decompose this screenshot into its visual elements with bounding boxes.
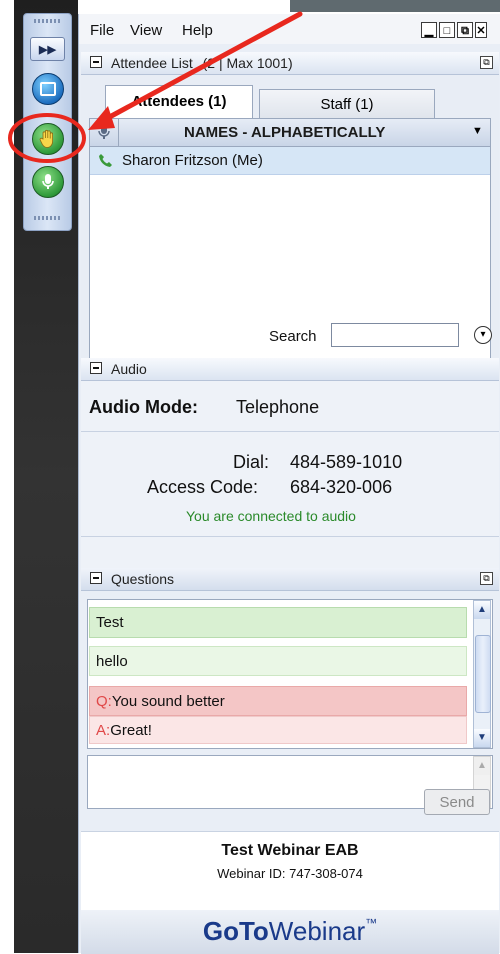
dock-grip-bottom[interactable] <box>34 216 60 220</box>
attendee-name: Sharon Fritzson (Me) <box>122 152 263 169</box>
menu-file[interactable]: File <box>90 22 114 39</box>
attendee-count: (2 | Max 1001) <box>202 55 293 71</box>
question-item[interactable]: Test <box>89 607 467 638</box>
raise-hand-icon <box>39 129 53 148</box>
questions-header: Questions ⧉ <box>81 568 499 591</box>
gotowebinar-logo: GoToWebinar™ <box>81 916 499 947</box>
question-prefix: Q: <box>96 693 112 710</box>
raise-hand-button[interactable] <box>32 123 64 155</box>
microphone-icon <box>98 125 110 139</box>
logo-trademark: ™ <box>365 916 378 930</box>
scroll-down-button[interactable]: ▼ <box>474 729 490 747</box>
logo-goto: GoTo <box>202 916 269 946</box>
audio-header: Audio <box>81 358 499 381</box>
tab-staff[interactable]: Staff (1) <box>259 89 435 119</box>
scroll-up-button[interactable]: ▲ <box>474 601 490 619</box>
close-button[interactable]: ✕ <box>475 22 487 38</box>
chevron-up-icon: ▲ <box>477 604 487 615</box>
attendee-list-header: Attendee List (2 | Max 1001) ⧉ <box>81 52 499 75</box>
screen-view-button[interactable] <box>32 73 64 105</box>
scroll-thumb[interactable] <box>475 635 491 713</box>
screen-icon <box>40 82 56 96</box>
question-text: You sound better <box>111 693 225 710</box>
search-input[interactable] <box>331 323 459 347</box>
minimize-icon: ▁ <box>424 25 434 37</box>
access-code-label: Access Code: <box>147 477 259 497</box>
collapse-attendee-button[interactable] <box>90 56 102 68</box>
audio-title: Audio <box>111 361 147 377</box>
tab-attendees[interactable]: Attendees (1) <box>105 85 253 119</box>
attendee-list-label: Attendee List <box>111 55 193 71</box>
control-dock: ▶▶ <box>23 13 72 231</box>
fast-forward-icon: ▶▶ <box>39 43 56 56</box>
brand-bar: GoToWebinar™ <box>81 910 499 954</box>
answer-prefix: A: <box>96 722 111 739</box>
microphone-button[interactable] <box>32 166 64 198</box>
audio-mode-label: Audio Mode: <box>89 397 198 417</box>
popout-attendee-button[interactable]: ⧉ <box>480 56 493 69</box>
webinar-id: Webinar ID: 747-308-074 <box>217 866 363 881</box>
logo-webinar: Webinar <box>268 916 366 946</box>
popout-icon: ⧉ <box>483 573 490 583</box>
questions-scrollbar[interactable]: ▲ ▼ <box>473 600 491 748</box>
chevron-down-icon: ▾ <box>480 329 486 340</box>
question-text: hello <box>96 653 128 670</box>
answer-item[interactable]: A:Great! <box>89 716 467 744</box>
minimize-button[interactable]: ▁ <box>421 22 437 38</box>
dial-number: 484-589-1010 <box>290 452 403 472</box>
chevron-down-icon: ▼ <box>477 732 487 743</box>
dock-grip-top[interactable] <box>34 19 60 23</box>
close-icon: ✕ <box>476 25 486 37</box>
popout-button[interactable]: ⧉ <box>457 22 473 38</box>
attendee-row[interactable]: Sharon Fritzson (Me) <box>90 147 490 175</box>
attendee-list-title: Attendee List (2 | Max 1001) <box>111 55 293 71</box>
popout-icon: ⧉ <box>483 57 490 67</box>
chevron-up-icon: ▲ <box>477 760 487 771</box>
input-scroll-up[interactable]: ▲ <box>474 757 490 775</box>
question-item[interactable]: hello <box>89 646 467 676</box>
questions-title: Questions <box>111 571 175 587</box>
dial-label: Dial: <box>233 452 270 472</box>
popout-icon: ⧉ <box>461 25 469 37</box>
access-code-value: 684-320-006 <box>290 477 393 497</box>
sort-dropdown-icon[interactable]: ▼ <box>472 125 483 137</box>
expand-panel-button[interactable]: ▶▶ <box>30 37 65 61</box>
question-item[interactable]: Q:You sound better <box>89 686 467 716</box>
popout-questions-button[interactable]: ⧉ <box>480 572 493 585</box>
collapse-questions-button[interactable] <box>90 572 102 584</box>
audio-mode-value[interactable]: Telephone <box>236 397 319 418</box>
background-strip <box>290 0 500 12</box>
question-text: Test <box>96 614 124 631</box>
webinar-title: Test Webinar EAB <box>221 842 359 859</box>
microphone-icon <box>42 174 54 189</box>
phone-icon <box>99 154 112 167</box>
audio-body: Audio Mode: Telephone Dial: 484-589-1010… <box>81 381 499 581</box>
send-button[interactable]: Send <box>424 789 490 815</box>
attendee-options-button[interactable]: ▾ <box>474 326 492 344</box>
menu-view[interactable]: View <box>130 22 162 39</box>
answer-text: Great! <box>110 722 152 739</box>
menu-help[interactable]: Help <box>182 22 213 39</box>
collapse-audio-button[interactable] <box>90 362 102 374</box>
menu-bar: File View Help ▁ □ ⧉ ✕ <box>79 14 500 44</box>
maximize-button[interactable]: □ <box>439 22 455 38</box>
maximize-icon: □ <box>443 25 451 37</box>
webinar-footer: Test Webinar EAB Webinar ID: 747-308-074… <box>81 831 499 954</box>
webinar-control-panel: File View Help ▁ □ ⧉ ✕ Attendee List (2 … <box>78 14 500 954</box>
names-column-label: NAMES - ALPHABETICALLY <box>184 124 386 141</box>
names-column-header[interactable]: NAMES - ALPHABETICALLY ▼ <box>90 119 490 147</box>
search-label: Search <box>269 328 317 345</box>
audio-status: You are connected to audio <box>186 508 356 524</box>
